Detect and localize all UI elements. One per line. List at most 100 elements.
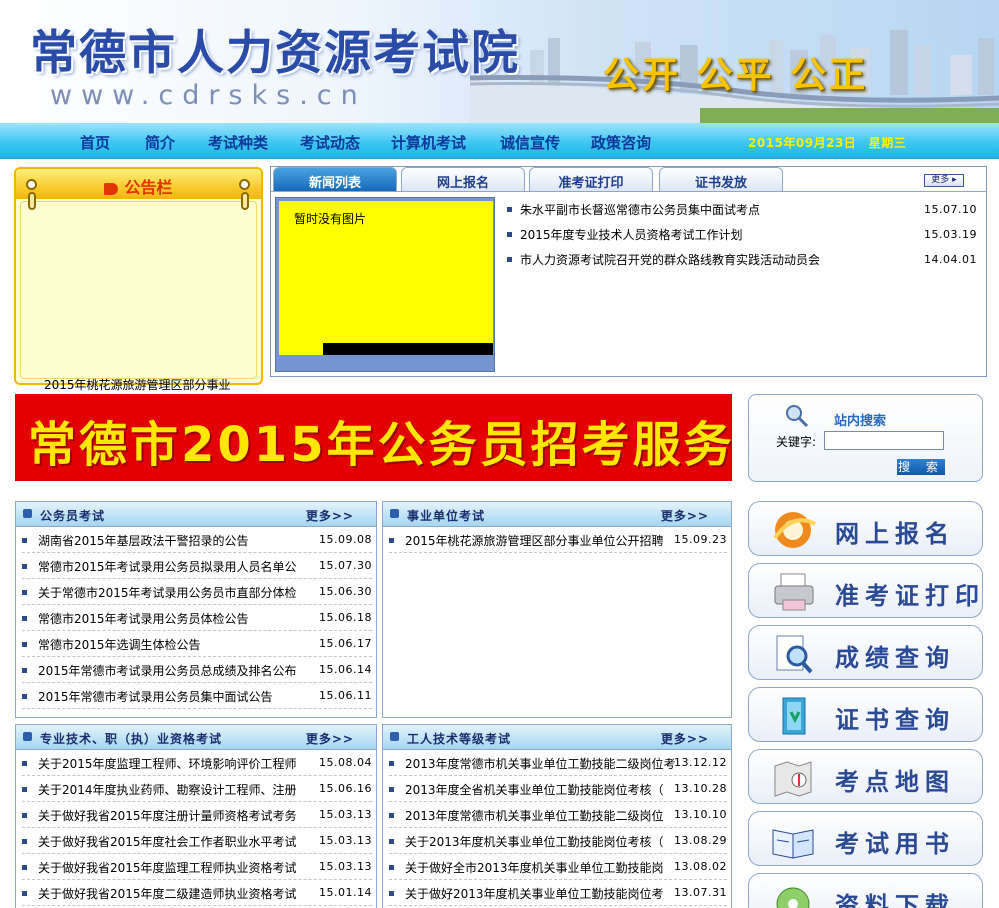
- current-date: 2015年09月23日 星期三: [748, 136, 907, 150]
- list-item[interactable]: 关于2013年度机关事业单位工勤技能岗位考核（ 13.08.29: [389, 828, 727, 854]
- news-item[interactable]: 市人力资源考试院召开党的群众路线教育实践活动动员会 14.04.01: [507, 249, 977, 274]
- news-panel: 新闻列表 网上报名 准考证打印 证书发放 更多 ▸ 暂时没有图片 朱水平副市长督…: [270, 166, 987, 377]
- civil-service-banner[interactable]: 常德市2015年公务员招考服务专题: [15, 394, 732, 481]
- news-item-date: 14.04.01: [924, 253, 977, 266]
- panel-header: 专业技术、职（执）业资格考试 更多>>: [16, 725, 376, 750]
- site-title: 常德市人力资源考试院: [30, 26, 520, 81]
- list-item[interactable]: 关于做好全市2013年度机关事业单位工勤技能岗 13.08.02: [389, 854, 727, 880]
- nav-exam-news[interactable]: 考试动态: [300, 132, 360, 153]
- more-link[interactable]: 更多>>: [306, 507, 354, 524]
- service-label: 网上报名: [835, 520, 955, 548]
- panel-title: 专业技术、职（执）业资格考试: [40, 732, 223, 746]
- news-item[interactable]: 2015年度专业技术人员资格考试工作计划 15.03.19: [507, 224, 977, 249]
- nav-exam-types[interactable]: 考试种类: [208, 132, 268, 153]
- bullet-icon: [507, 232, 512, 237]
- list-item-date: 13.07.31: [674, 886, 727, 899]
- list-item[interactable]: 常德市2015年考试录用公务员拟录用人员名单公 15.07.30: [22, 553, 372, 579]
- tab-admission-ticket[interactable]: 准考证打印: [529, 167, 653, 191]
- service-online-registration[interactable]: 网上报名: [748, 501, 983, 556]
- nav-computer-exam[interactable]: 计算机考试: [391, 132, 466, 153]
- news-more-button[interactable]: 更多 ▸: [924, 174, 964, 187]
- list-item-date: 13.10.28: [674, 782, 727, 795]
- list-item-date: 15.09.08: [319, 533, 372, 546]
- list-item[interactable]: 关于2014年度执业药师、勘察设计工程师、注册 15.06.16: [22, 776, 372, 802]
- list-item[interactable]: 关于做好我省2015年度监理工程师执业资格考试 15.03.13: [22, 854, 372, 880]
- announcement-link[interactable]: 2015年桃花源旅游管理区部分事业: [44, 376, 231, 393]
- list-item-title: 2015年常德市考试录用公务员总成绩及排名公布: [38, 664, 297, 678]
- list-item-title: 常德市2015年考试录用公务员拟录用人员名单公: [38, 560, 297, 574]
- list-item[interactable]: 2013年度全省机关事业单位工勤技能岗位考核（ 13.10.28: [389, 776, 727, 802]
- list-item-title: 2015年桃花源旅游管理区部分事业单位公开招聘: [405, 534, 664, 548]
- list-item[interactable]: 关于做好2013年度机关事业单位工勤技能岗位考 13.07.31: [389, 880, 727, 906]
- search-button[interactable]: 搜 索: [897, 459, 945, 475]
- tab-certificate[interactable]: 证书发放: [659, 167, 783, 191]
- list-item[interactable]: 关于做好我省2015年度社会工作者职业水平考试 15.03.13: [22, 828, 372, 854]
- list-item-date: 13.08.29: [674, 834, 727, 847]
- service-exam-site-map[interactable]: 考点地图: [748, 749, 983, 804]
- list-item[interactable]: 2013年度常德市机关事业单位工勤技能二级岗位 13.10.10: [389, 802, 727, 828]
- list-item[interactable]: 关于做好我省2015年度二级建造师执业资格考试 15.01.14: [22, 880, 372, 906]
- list-item[interactable]: 关于做好我省2015年度注册计量师资格考试考务 15.03.13: [22, 802, 372, 828]
- search-input[interactable]: [824, 431, 944, 450]
- service-downloads[interactable]: 资料下载: [748, 873, 983, 908]
- site-header: 常德市人力资源考试院 www.cdrsks.cn 公开 公平 公正: [0, 0, 999, 123]
- list-item[interactable]: 湖南省2015年基层政法干警招录的公告 15.09.08: [22, 527, 372, 553]
- announcement-scroll-area: [20, 201, 257, 379]
- bullet-icon: [389, 865, 394, 870]
- nav-home[interactable]: 首页: [80, 132, 110, 153]
- news-item-date: 15.03.19: [924, 228, 977, 241]
- service-label: 证书查询: [835, 706, 955, 734]
- service-score-query[interactable]: 成绩查询: [748, 625, 983, 680]
- panel-title: 事业单位考试: [407, 509, 486, 523]
- service-admission-print[interactable]: 准考证打印: [748, 563, 983, 618]
- certificate-book-icon: [782, 697, 806, 735]
- bullet-icon: [22, 642, 27, 647]
- list-item[interactable]: 常德市2015年选调生体检公告 15.06.17: [22, 631, 372, 657]
- nav-policy[interactable]: 政策咨询: [591, 132, 651, 153]
- list-item[interactable]: 2015年常德市考试录用公务员集中面试公告 15.06.11: [22, 683, 372, 709]
- service-label: 成绩查询: [835, 644, 955, 672]
- announcement-title: 公告栏: [124, 178, 173, 197]
- list-item-title: 关于做好我省2015年度社会工作者职业水平考试: [38, 835, 297, 849]
- bullet-icon: [507, 207, 512, 212]
- worker-skill-exam-panel: 工人技术等级考试 更多>> 2013年度常德市机关事业单位工勤技能二级岗位考 13…: [382, 724, 732, 908]
- service-label: 资料下载: [835, 892, 955, 908]
- panel-header: 工人技术等级考试 更多>>: [383, 725, 731, 750]
- list-item-title: 常德市2015年考试录用公务员体检公告: [38, 612, 249, 626]
- pin-ring-icon: [239, 179, 250, 190]
- bullet-icon: [22, 761, 27, 766]
- list-item[interactable]: 2013年度常德市机关事业单位工勤技能二级岗位考 13.12.12: [389, 750, 727, 776]
- download-disc-icon: [776, 887, 810, 908]
- list-item-title: 湖南省2015年基层政法干警招录的公告: [38, 534, 249, 548]
- service-label: 考点地图: [835, 768, 955, 796]
- panel-title: 公务员考试: [40, 509, 106, 523]
- tab-news-list[interactable]: 新闻列表: [273, 167, 397, 191]
- bullet-icon: [389, 891, 394, 896]
- list-item[interactable]: 关于2015年度监理工程师、环境影响评价工程师 15.08.04: [22, 750, 372, 776]
- more-link[interactable]: 更多>>: [661, 730, 709, 747]
- pin-ring-icon: [26, 179, 37, 190]
- nav-intro[interactable]: 简介: [145, 132, 175, 153]
- printer-icon: [774, 573, 814, 611]
- list-item[interactable]: 2015年常德市考试录用公务员总成绩及排名公布 15.06.14: [22, 657, 372, 683]
- tab-online-registration[interactable]: 网上报名: [401, 167, 525, 191]
- news-item-title: 2015年度专业技术人员资格考试工作计划: [520, 228, 743, 242]
- list-item[interactable]: 2015年桃花源旅游管理区部分事业单位公开招聘 15.09.23: [389, 527, 727, 553]
- list-item[interactable]: 关于常德市2015年考试录用公务员市直部分体检 15.06.30: [22, 579, 372, 605]
- search-title: 站内搜索: [834, 414, 887, 429]
- list-item-title: 2013年度常德市机关事业单位工勤技能二级岗位考: [405, 757, 675, 771]
- list-item-date: 15.07.30: [319, 559, 372, 572]
- news-item[interactable]: 朱水平副市长督巡常德市公务员集中面试考点 15.07.10: [507, 199, 977, 224]
- list-item-title: 关于2014年度执业药师、勘察设计工程师、注册: [38, 783, 297, 797]
- service-exam-books[interactable]: 考试用书: [748, 811, 983, 866]
- more-link[interactable]: 更多>>: [661, 507, 709, 524]
- more-link[interactable]: 更多>>: [306, 730, 354, 747]
- list-item-title: 2013年度常德市机关事业单位工勤技能二级岗位: [405, 809, 664, 823]
- bullet-icon: [507, 257, 512, 262]
- nav-integrity[interactable]: 诚信宣传: [500, 132, 560, 153]
- image-caption-bar: [323, 343, 493, 355]
- list-item-date: 13.08.02: [674, 860, 727, 873]
- service-certificate-query[interactable]: 证书查询: [748, 687, 983, 742]
- list-item[interactable]: 常德市2015年考试录用公务员体检公告 15.06.18: [22, 605, 372, 631]
- bullet-icon: [22, 891, 27, 896]
